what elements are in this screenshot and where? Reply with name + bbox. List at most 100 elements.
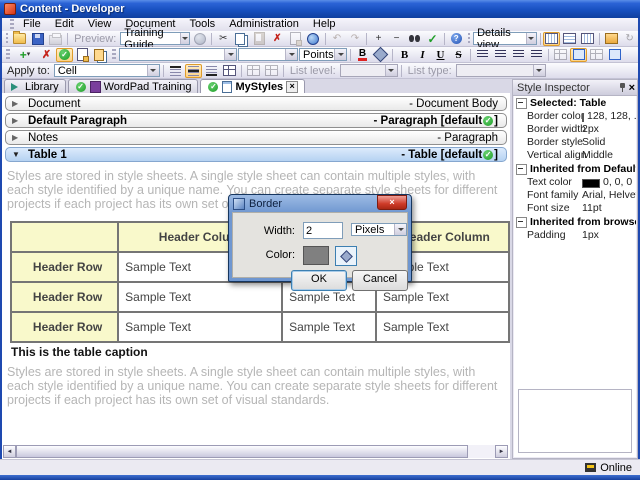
strikethrough-button[interactable]: S xyxy=(450,48,467,62)
ok-button[interactable]: OK xyxy=(291,270,347,291)
align-center-button[interactable] xyxy=(492,48,509,62)
redo-button[interactable]: ↷ xyxy=(346,32,363,46)
split-horizontal-view-button[interactable] xyxy=(561,32,578,46)
font-unit-combo[interactable]: Points xyxy=(299,48,347,61)
list-type-combo[interactable] xyxy=(455,64,546,77)
font-family-combo[interactable] xyxy=(119,48,237,61)
delete-button[interactable]: ✗ xyxy=(269,32,286,46)
new-style-button[interactable] xyxy=(74,48,91,62)
color-swatch-button[interactable] xyxy=(303,246,329,265)
tab-mystyles[interactable]: ✓ MyStyles × xyxy=(200,79,306,93)
style-organizer-button[interactable] xyxy=(92,48,109,62)
table-cell[interactable]: Sample Text xyxy=(374,311,510,343)
cell-select-button[interactable] xyxy=(570,47,587,62)
dialog-close-button[interactable]: × xyxy=(377,194,407,210)
row-insert-button[interactable] xyxy=(245,64,262,78)
list-level-combo[interactable] xyxy=(339,64,398,77)
zoom-out-button[interactable]: − xyxy=(388,32,405,46)
scroll-right-button[interactable]: ► xyxy=(495,445,508,458)
inspector-group-selected[interactable]: Selected: Table xyxy=(514,96,636,110)
preview-combo[interactable]: Training Guide xyxy=(120,27,191,51)
table-cell[interactable]: Sample Text xyxy=(117,311,284,343)
refresh-button[interactable]: ↻ xyxy=(621,32,638,46)
valign-bottom-button[interactable] xyxy=(203,64,220,78)
width-input[interactable] xyxy=(303,222,343,239)
dialog-title-bar[interactable]: Border × xyxy=(229,194,411,212)
view-combo[interactable]: Details view xyxy=(473,27,537,51)
menu-edit[interactable]: Edit xyxy=(48,18,81,31)
open-button[interactable] xyxy=(11,31,28,46)
paste-button[interactable] xyxy=(251,32,268,46)
inspector-group-browser-defaults[interactable]: Inherited from browser defaults xyxy=(514,215,636,229)
collapse-box-icon[interactable] xyxy=(516,216,527,228)
apply-style-button[interactable]: ✓ xyxy=(56,47,73,62)
inspector-group-inherited-doc[interactable]: Inherited from Default Documen xyxy=(514,162,636,176)
details-view-button[interactable] xyxy=(543,31,561,46)
table-row-header-cell[interactable]: Header Row xyxy=(9,281,120,313)
tab-wordpad-training[interactable]: ✓ WordPad Training xyxy=(67,79,199,93)
pin-icon[interactable] xyxy=(619,83,626,92)
font-size-combo[interactable] xyxy=(238,48,298,61)
undo-button[interactable]: ↶ xyxy=(328,32,345,46)
style-row-default-paragraph[interactable]: ▶ Default Paragraph - Paragraph [default… xyxy=(5,113,507,128)
apply-to-combo[interactable]: Cell xyxy=(53,64,160,77)
cancel-button[interactable]: Cancel xyxy=(352,270,408,291)
valign-middle-button[interactable] xyxy=(184,63,202,78)
style-row-notes[interactable]: ▶ Notes - Paragraph xyxy=(5,130,507,145)
bold-button[interactable]: B xyxy=(396,48,413,62)
menu-help[interactable]: Help xyxy=(306,18,343,31)
paste-special-button[interactable] xyxy=(287,32,304,46)
spellcheck-button[interactable]: ✓ xyxy=(424,32,441,46)
help-button[interactable]: ? xyxy=(448,32,465,46)
table-cell[interactable]: Sample Text xyxy=(281,311,377,343)
align-justify-button[interactable] xyxy=(528,48,545,62)
font-color-button[interactable]: B xyxy=(354,48,371,62)
add-style-button[interactable]: + ▾ xyxy=(13,48,37,62)
close-icon[interactable]: × xyxy=(629,82,635,94)
tab-library[interactable]: Library xyxy=(4,79,66,93)
table-borders-button[interactable] xyxy=(221,64,238,78)
style-row-document[interactable]: ▶ Document - Document Body xyxy=(5,96,507,111)
scroll-left-button[interactable]: ◄ xyxy=(3,445,16,458)
find-button[interactable] xyxy=(406,32,423,46)
cell-properties-button[interactable] xyxy=(606,48,623,62)
table-row-header-cell[interactable]: Header Row xyxy=(9,311,120,343)
zoom-in-button[interactable]: + xyxy=(370,32,387,46)
delete-style-button[interactable]: ✗ xyxy=(38,48,55,62)
menu-file[interactable]: File xyxy=(16,18,48,31)
expand-arrow-icon[interactable]: ▶ xyxy=(12,99,28,108)
split-vertical-view-button[interactable] xyxy=(579,32,596,46)
scrollbar-thumb[interactable] xyxy=(16,445,468,458)
copy-button[interactable] xyxy=(233,32,250,46)
menu-view[interactable]: View xyxy=(81,18,119,31)
tab-close-button[interactable]: × xyxy=(286,80,299,93)
collapse-arrow-icon[interactable]: ▼ xyxy=(12,150,28,159)
properties-button[interactable] xyxy=(603,32,620,46)
valign-top-button[interactable] xyxy=(167,64,184,78)
table-cell[interactable]: Sample Text xyxy=(117,281,284,313)
merge-cells-button[interactable] xyxy=(588,48,605,62)
save-button[interactable] xyxy=(29,32,46,46)
cut-button[interactable]: ✂ xyxy=(215,32,232,46)
table-row-header-cell[interactable]: Header Row xyxy=(9,251,120,283)
expand-arrow-icon[interactable]: ▶ xyxy=(12,133,28,142)
preview-go-button[interactable] xyxy=(191,32,208,46)
column-insert-button[interactable] xyxy=(263,64,280,78)
align-left-button[interactable] xyxy=(474,48,491,62)
fill-color-button[interactable] xyxy=(372,46,389,63)
unit-combo[interactable]: Pixels xyxy=(351,223,407,236)
table-corner-cell[interactable] xyxy=(9,221,120,253)
underline-button[interactable]: U xyxy=(432,48,449,62)
align-right-button[interactable] xyxy=(510,48,527,62)
expand-arrow-icon[interactable]: ▶ xyxy=(12,116,28,125)
color-picker-button[interactable] xyxy=(335,246,357,266)
collapse-box-icon[interactable] xyxy=(516,163,527,175)
collapse-box-icon[interactable] xyxy=(516,97,527,109)
italic-button[interactable]: I xyxy=(414,48,431,62)
cell-spacing-button[interactable] xyxy=(552,48,569,62)
print-button[interactable] xyxy=(47,32,64,46)
horizontal-scrollbar[interactable]: ◄ ► xyxy=(3,445,508,458)
menu-administration[interactable]: Administration xyxy=(222,18,306,31)
menu-tools[interactable]: Tools xyxy=(183,18,223,31)
style-row-table1[interactable]: ▼ Table 1 - Table [default ✓ ] xyxy=(5,147,507,162)
